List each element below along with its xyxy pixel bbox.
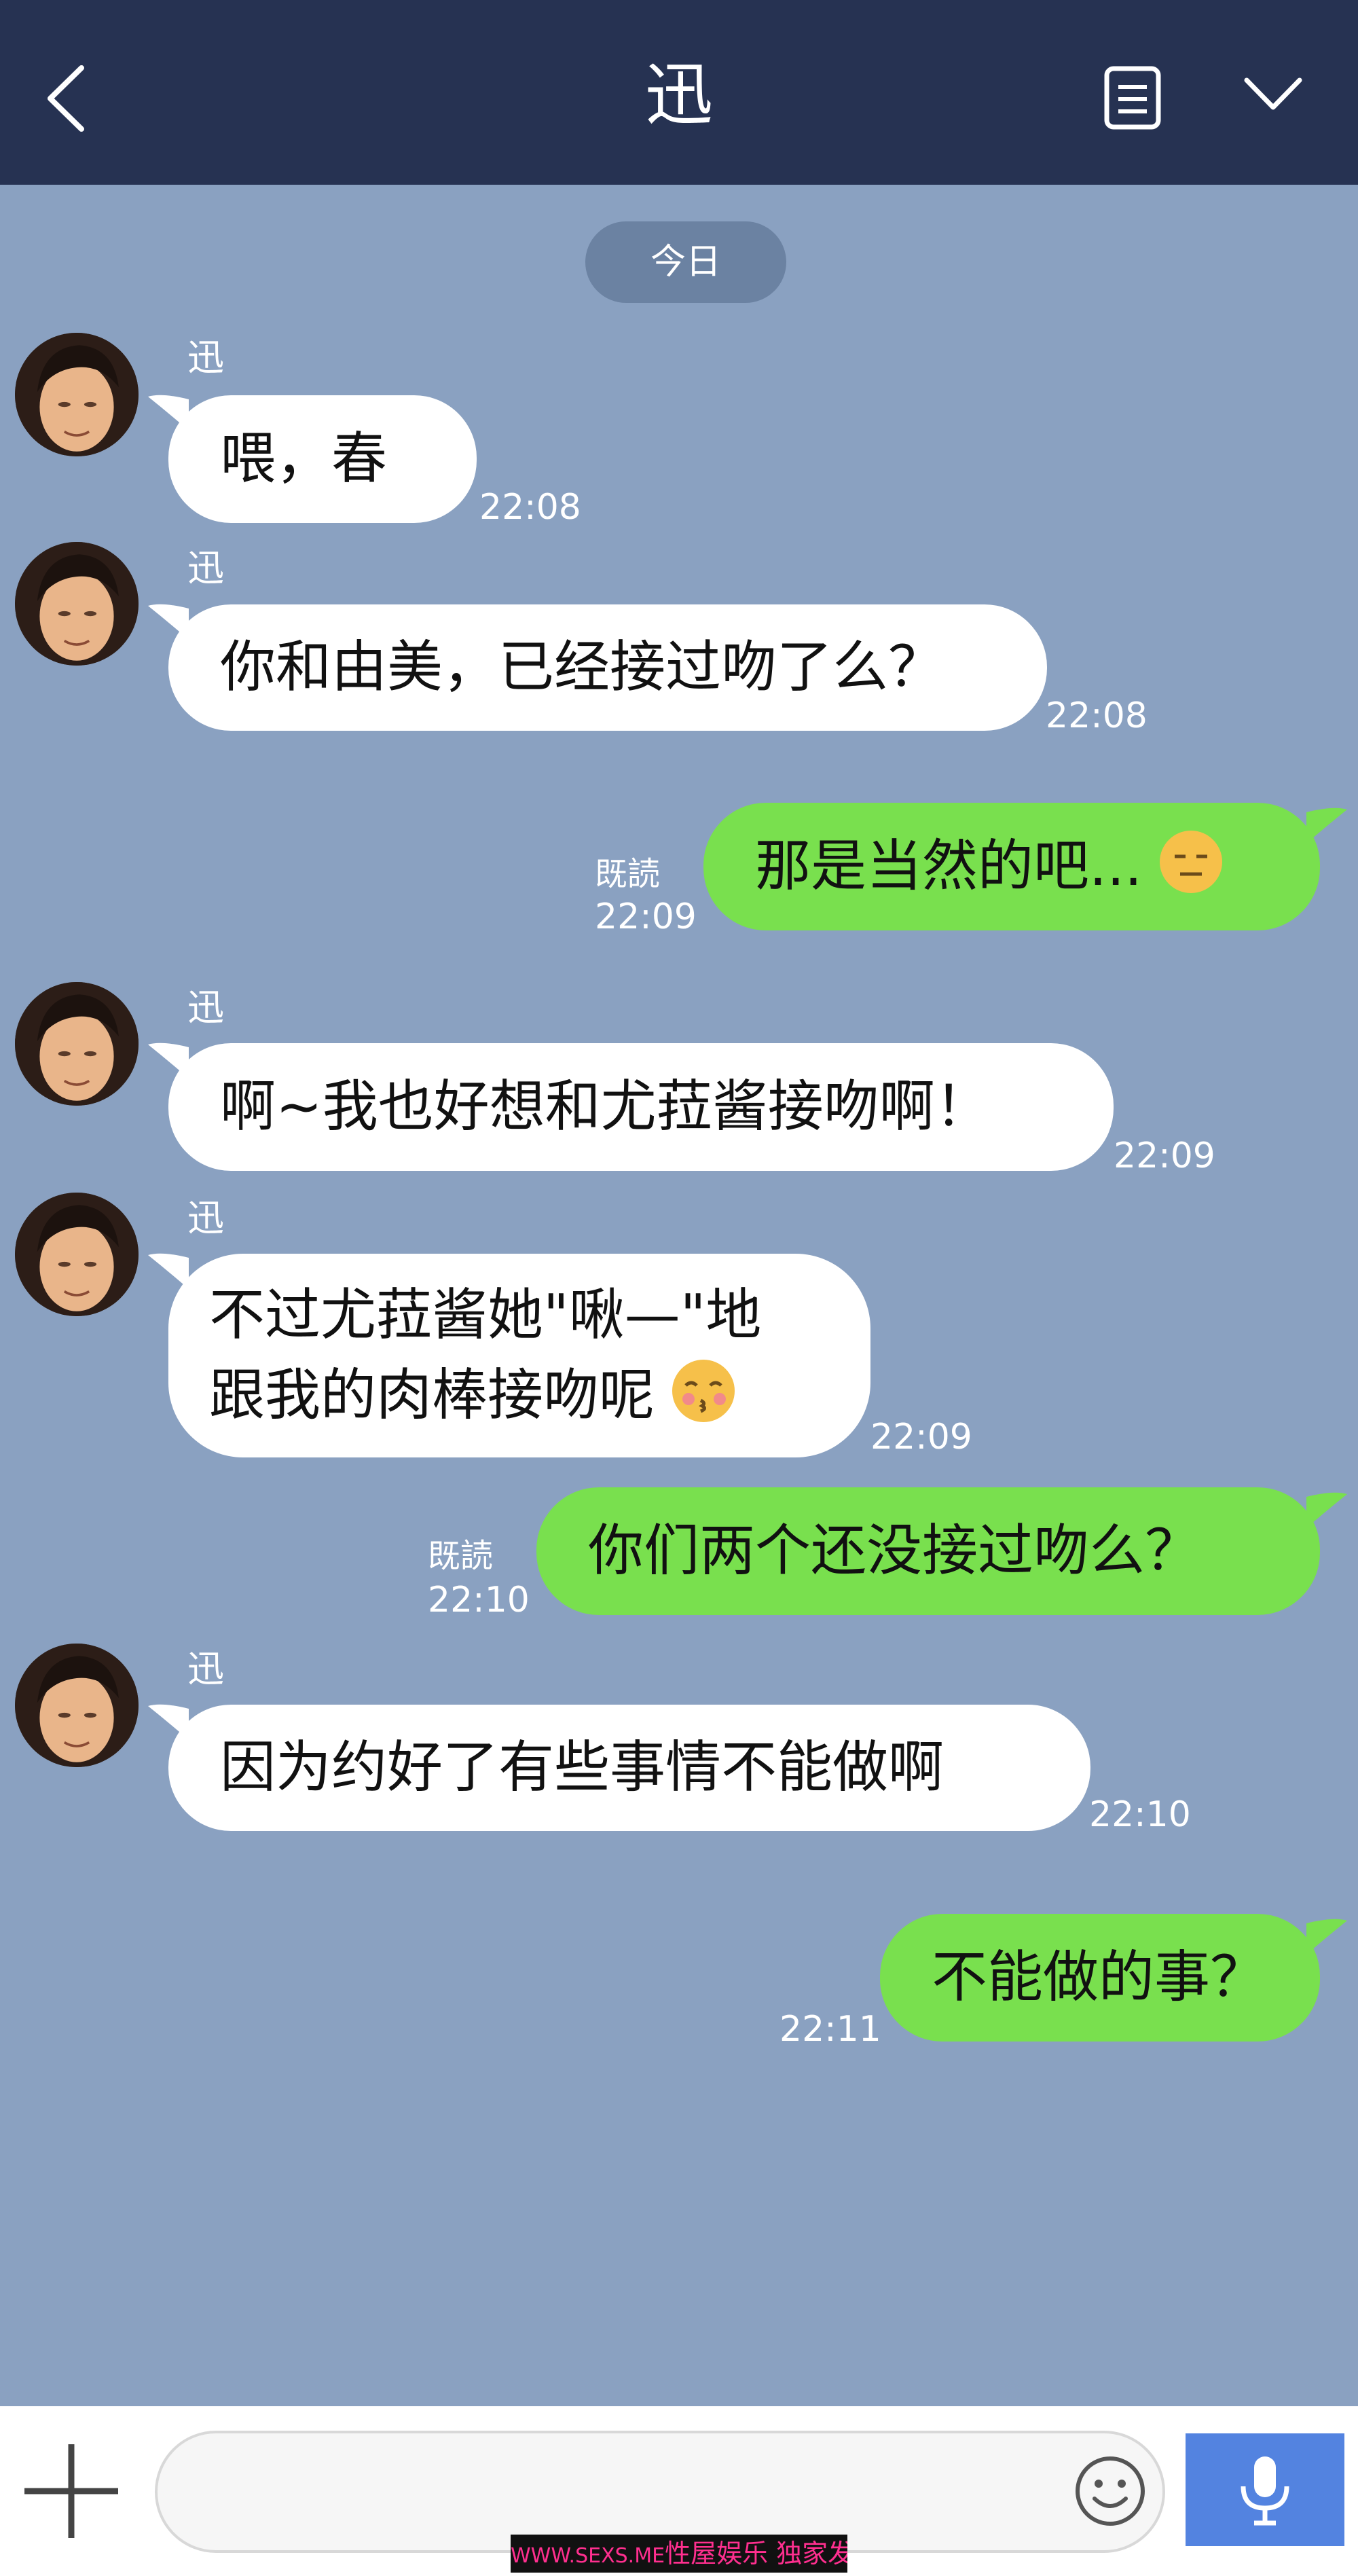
message-time: 22:08	[1046, 695, 1148, 736]
read-receipt: 既読	[428, 1537, 494, 1575]
emoji-picker-icon[interactable]	[1073, 2454, 1148, 2528]
read-receipt: 既読	[595, 855, 661, 893]
sender-name: 迅	[187, 986, 224, 1029]
voice-record-button[interactable]	[1186, 2433, 1344, 2546]
bubble-tail	[1306, 1492, 1347, 1528]
bubble-tail	[1306, 808, 1347, 843]
message-bubble-incoming[interactable]: 不过尤菈酱她"啾—"地 跟我的肉棒接吻呢	[168, 1254, 870, 1457]
message-line: 跟我的肉棒接吻呢	[209, 1363, 655, 1428]
sender-name: 迅	[187, 336, 224, 379]
message-text: 那是当然的吧...	[755, 834, 1143, 899]
kissing-emoji-icon	[672, 1360, 735, 1422]
message-line: 不过尤菈酱她"啾—"地	[209, 1283, 762, 1347]
message-line-with-emoji: 跟我的肉棒接吻呢	[209, 1356, 830, 1436]
message-time: 22:09	[870, 1417, 972, 1457]
message-bubble-outgoing[interactable]: 那是当然的吧...	[703, 803, 1320, 930]
watermark-url: WWW.SEXS.ME	[511, 2544, 665, 2568]
sender-name: 迅	[187, 547, 224, 589]
plus-icon[interactable]	[20, 2440, 122, 2542]
chat-header: 迅	[0, 0, 1358, 185]
sender-name: 迅	[187, 1648, 224, 1690]
avatar[interactable]	[15, 333, 139, 456]
bubble-tail	[1306, 1919, 1347, 1955]
notes-icon[interactable]	[1103, 65, 1162, 130]
microphone-icon	[1241, 2456, 1289, 2526]
watermark-text: 性屋娱乐 独家发布	[665, 2539, 847, 2569]
message-time: 22:08	[479, 487, 581, 528]
message-bubble-outgoing[interactable]: 不能做的事？	[880, 1914, 1320, 2042]
avatar[interactable]	[15, 1193, 139, 1316]
message-time: 22:10	[428, 1580, 530, 1620]
message-bubble-incoming[interactable]: 你和由美，已经接过吻了么？	[168, 604, 1047, 731]
message-bubble-incoming[interactable]: 啊~我也好想和尤菈酱接吻啊！	[168, 1043, 1114, 1171]
date-separator: 今日	[585, 221, 786, 303]
avatar[interactable]	[15, 982, 139, 1106]
message-bubble-incoming[interactable]: 因为约好了有些事情不能做啊	[168, 1705, 1090, 1831]
message-time: 22:09	[1114, 1136, 1215, 1176]
watermark: WWW.SEXS.ME性屋娱乐 独家发布	[511, 2535, 847, 2573]
message-time: 22:11	[779, 2009, 881, 2050]
message-time: 22:09	[595, 896, 697, 937]
avatar[interactable]	[15, 1644, 139, 1767]
message-time: 22:10	[1089, 1794, 1191, 1835]
sender-name: 迅	[187, 1197, 224, 1239]
chevron-down-icon[interactable]	[1243, 75, 1304, 115]
message-bubble-outgoing[interactable]: 你们两个还没接过吻么？	[536, 1487, 1320, 1615]
avatar[interactable]	[15, 542, 139, 666]
expressionless-emoji-icon	[1160, 831, 1223, 893]
message-bubble-incoming[interactable]: 喂，春	[168, 395, 477, 523]
